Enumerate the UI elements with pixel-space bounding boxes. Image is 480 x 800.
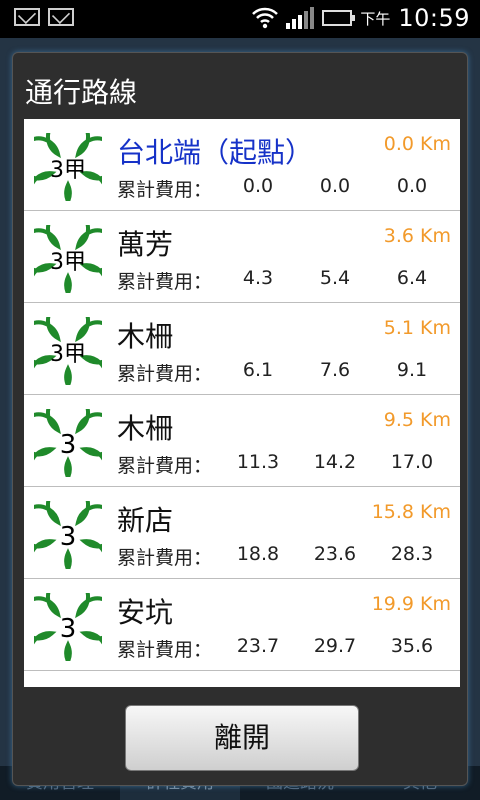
- highway-shield-icon: 3: [34, 501, 102, 569]
- fee-medium-car: 7.6: [319, 359, 351, 381]
- fee-label: 累計費用：: [117, 547, 213, 569]
- fee-medium-car: 14.2: [313, 451, 357, 473]
- fee-small-car: 11.3: [236, 451, 280, 473]
- wifi-icon: [252, 7, 279, 29]
- fee-label: 累計費用：: [117, 639, 213, 661]
- highway-shield-icon: 3: [34, 409, 102, 477]
- highway-shield-icon: 3甲: [34, 317, 102, 385]
- route-station-name: 木柵: [117, 412, 174, 445]
- battery-icon: [322, 10, 356, 26]
- fee-small-car: 0.0: [242, 175, 274, 197]
- svg-text:3: 3: [60, 614, 77, 644]
- route-distance: 15.8 Km: [371, 501, 451, 523]
- fee-large-car: 17.0: [390, 451, 434, 473]
- fee-large-car: 35.6: [390, 635, 434, 657]
- clock-time: 10:59: [398, 4, 470, 32]
- dialog-title: 通行路線: [25, 76, 138, 109]
- fee-large-car: 6.4: [396, 267, 428, 289]
- gmail-icon: [14, 8, 40, 26]
- fee-large-car: 0.0: [396, 175, 428, 197]
- fee-medium-car: 0.0: [319, 175, 351, 197]
- gmail-icon: [48, 8, 74, 26]
- route-distance: 0.0 Km: [383, 133, 451, 155]
- fee-small-car: 6.1: [242, 359, 274, 381]
- route-distance: 3.6 Km: [383, 225, 451, 247]
- route-dialog: 通行路線 3甲 台北端（起點） 0.0 Km 累計費用： 0.0 0.0 0.0…: [12, 52, 468, 786]
- svg-text:3甲: 3甲: [50, 342, 86, 367]
- route-station-name: 木柵: [117, 320, 174, 353]
- fee-large-car: 28.3: [390, 543, 434, 565]
- highway-shield-icon: 3甲: [34, 225, 102, 293]
- fee-small-car: 18.8: [236, 543, 280, 565]
- route-list[interactable]: 3甲 台北端（起點） 0.0 Km 累計費用： 0.0 0.0 0.0 3甲 萬…: [24, 119, 460, 687]
- route-row-1[interactable]: 3甲 萬芳 3.6 Km 累計費用： 4.3 5.4 6.4: [24, 211, 460, 303]
- clock-ampm: 下午: [360, 9, 391, 28]
- route-station-name: 台北端（起點）: [117, 136, 314, 169]
- route-distance: 9.5 Km: [383, 409, 451, 431]
- route-station-name: 新店: [117, 504, 174, 537]
- route-distance: 19.9 Km: [371, 593, 451, 615]
- highway-shield-icon: 3: [34, 593, 102, 661]
- fee-medium-car: 29.7: [313, 635, 357, 657]
- status-bar: 下午 10:59: [0, 0, 480, 38]
- fee-medium-car: 23.6: [313, 543, 357, 565]
- svg-text:3甲: 3甲: [50, 250, 86, 275]
- fee-label: 累計費用：: [117, 271, 213, 293]
- fee-label: 累計費用：: [117, 455, 213, 477]
- svg-text:3: 3: [60, 522, 77, 552]
- highway-shield-icon: 3甲: [34, 133, 102, 201]
- route-station-name: 萬芳: [117, 228, 174, 261]
- leave-button[interactable]: 離開: [125, 705, 359, 771]
- svg-text:3: 3: [60, 430, 77, 460]
- route-station-name: 安坑: [117, 596, 174, 629]
- route-row-3[interactable]: 3 木柵 9.5 Km 累計費用： 11.3 14.2 17.0: [24, 395, 460, 487]
- signal-icon: [286, 7, 315, 29]
- fee-label: 累計費用：: [117, 179, 213, 201]
- route-row-2[interactable]: 3甲 木柵 5.1 Km 累計費用： 6.1 7.6 9.1: [24, 303, 460, 395]
- route-row-5[interactable]: 3 安坑 19.9 Km 累計費用： 23.7 29.7 35.6: [24, 579, 460, 671]
- fee-large-car: 9.1: [396, 359, 428, 381]
- fee-medium-car: 5.4: [319, 267, 351, 289]
- fee-small-car: 23.7: [236, 635, 280, 657]
- fee-label: 累計費用：: [117, 363, 213, 385]
- route-row-partial[interactable]: [24, 671, 460, 687]
- route-distance: 5.1 Km: [383, 317, 451, 339]
- route-row-4[interactable]: 3 新店 15.8 Km 累計費用： 18.8 23.6 28.3: [24, 487, 460, 579]
- svg-text:3甲: 3甲: [50, 158, 86, 183]
- fee-small-car: 4.3: [242, 267, 274, 289]
- route-row-0[interactable]: 3甲 台北端（起點） 0.0 Km 累計費用： 0.0 0.0 0.0: [24, 119, 460, 211]
